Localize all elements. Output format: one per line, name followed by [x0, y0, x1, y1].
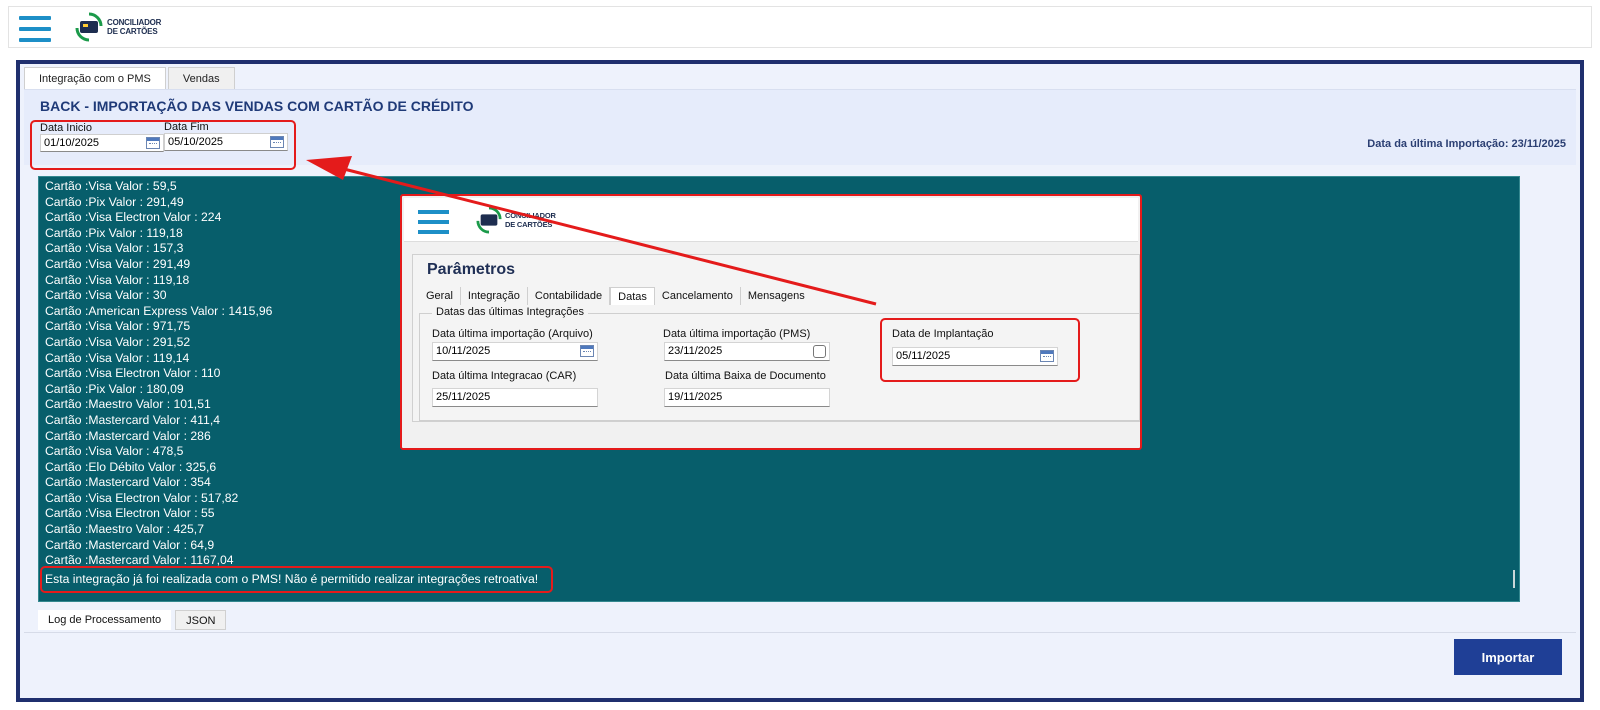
import-button[interactable]: Importar	[1454, 639, 1562, 675]
implantacao-highlight	[880, 318, 1080, 382]
inner-header: CONCILIADOR DE CARTÕES	[404, 198, 1138, 242]
field-import-arquivo-input[interactable]: 10/11/2025	[432, 342, 598, 361]
error-message: Esta integração já foi realizada com o P…	[40, 565, 554, 594]
dates-group: Datas das últimas Integrações Data últim…	[419, 306, 1140, 421]
tab-log-processamento[interactable]: Log de Processamento	[38, 610, 172, 630]
log-line: Cartão :Mastercard Valor : 354	[45, 475, 211, 490]
calendar-icon[interactable]	[580, 345, 594, 357]
dates-group-title: Datas das últimas Integrações	[432, 306, 588, 318]
menu-icon[interactable]	[19, 16, 51, 42]
log-line: Cartão :Maestro Valor : 425,7	[45, 522, 204, 537]
page-title: BACK - IMPORTAÇÃO DAS VENDAS COM CARTÃO …	[40, 98, 474, 114]
field-baixa-label: Data última Baixa de Documento	[665, 370, 826, 382]
last-import-text: Data da última Importação: 23/11/2025	[1367, 138, 1566, 150]
field-integracao-car-label: Data última Integracao (CAR)	[432, 370, 577, 382]
logo-card-icon	[75, 12, 103, 42]
log-line: Cartão :Visa Electron Valor : 55	[45, 506, 215, 521]
parameters-panel: Parâmetros Geral Integração Contabilidad…	[412, 254, 1140, 422]
app-logo: CONCILIADOR DE CARTÕES	[75, 12, 161, 42]
tab-json[interactable]: JSON	[175, 610, 227, 630]
parameters-screenshot: CONCILIADOR DE CARTÕES Parâmetros Geral …	[400, 194, 1142, 450]
inner-logo-line1: CONCILIADOR	[505, 211, 556, 220]
parameters-title: Parâmetros	[427, 261, 516, 278]
log-line: Cartão :Visa Valor : 59,5	[45, 179, 177, 193]
error-highlight	[40, 565, 554, 594]
log-line: Cartão :Elo Débito Valor : 325,6	[45, 459, 217, 474]
tab-cancelamento[interactable]: Cancelamento	[655, 287, 741, 305]
checkbox-icon[interactable]	[813, 345, 826, 358]
tab-contabilidade[interactable]: Contabilidade	[528, 287, 611, 305]
log-line: Cartão :Visa Electron Valor : 517,82	[45, 490, 239, 505]
bottom-divider	[24, 632, 1576, 633]
main-window: Integração com o PMS Vendas BACK - IMPOR…	[16, 60, 1584, 702]
field-import-pms-value: 23/11/2025	[668, 345, 723, 357]
field-integracao-car-value: 25/11/2025	[436, 391, 491, 403]
parameters-tabs: Geral Integração Contabilidade Datas Can…	[419, 287, 812, 305]
tab-datas[interactable]: Datas	[610, 287, 655, 305]
log-line: Cartão :Mastercard Valor : 64,9	[45, 537, 215, 552]
inner-logo-line2: DE CARTÕES	[505, 220, 553, 229]
inner-logo: CONCILIADOR DE CARTÕES	[476, 206, 556, 234]
inner-logo-card-icon	[476, 206, 502, 234]
field-import-pms-input[interactable]: 23/11/2025	[664, 342, 830, 361]
field-import-arquivo-label: Data última importação (Arquivo)	[432, 328, 593, 340]
field-import-arquivo-value: 10/11/2025	[436, 345, 491, 357]
logo-text-line2: DE CARTÕES	[107, 27, 158, 36]
tab-mensagens[interactable]: Mensagens	[741, 287, 812, 305]
inner-menu-icon	[418, 210, 449, 234]
app-header: CONCILIADOR DE CARTÕES	[8, 6, 1592, 48]
date-range-highlight	[30, 120, 296, 170]
field-integracao-car-input[interactable]: 25/11/2025	[432, 388, 598, 407]
tab-integracao[interactable]: Integração	[461, 287, 528, 305]
filter-panel: BACK - IMPORTAÇÃO DAS VENDAS COM CARTÃO …	[24, 89, 1576, 170]
bottom-tabs: Log de Processamento JSON	[38, 610, 227, 630]
log-scrollbar[interactable]	[1513, 570, 1515, 588]
field-import-pms-label: Data última importação (PMS)	[663, 328, 811, 340]
top-tabs: Integração com o PMS Vendas	[24, 67, 237, 89]
tab-vendas[interactable]: Vendas	[167, 67, 235, 89]
field-baixa-value: 19/11/2025	[668, 391, 723, 403]
logo-text-line1: CONCILIADOR	[107, 18, 162, 27]
tab-geral[interactable]: Geral	[419, 287, 461, 305]
field-baixa-input[interactable]: 19/11/2025	[664, 388, 830, 407]
tab-integracao-pms[interactable]: Integração com o PMS	[24, 67, 166, 89]
